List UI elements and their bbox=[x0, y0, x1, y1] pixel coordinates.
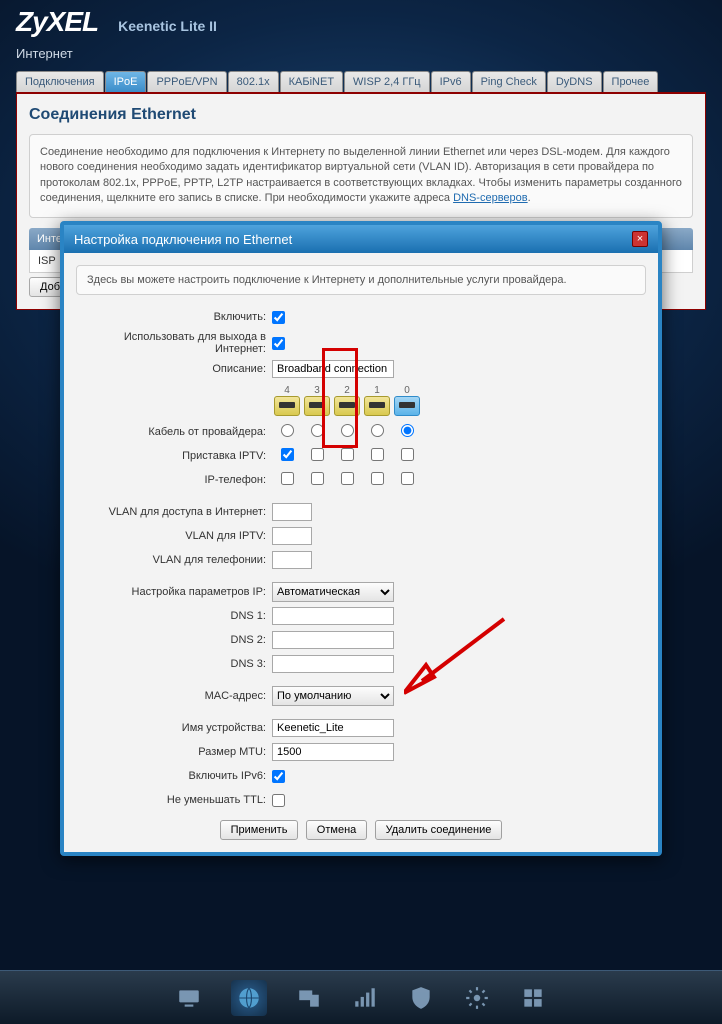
bottom-dock bbox=[0, 970, 722, 1024]
apps-icon[interactable] bbox=[519, 984, 547, 1012]
model-name: Keenetic Lite II bbox=[118, 18, 217, 34]
port-1[interactable] bbox=[364, 396, 390, 416]
port-0[interactable] bbox=[394, 396, 420, 416]
brand-logo: ZyXEL bbox=[16, 6, 98, 38]
header: ZyXEL Keenetic Lite II bbox=[0, 0, 722, 38]
shield-icon[interactable] bbox=[407, 984, 435, 1012]
tab-pppoe-vpn[interactable]: PPPoE/VPN bbox=[147, 71, 226, 92]
tab--inet[interactable]: КАБiNET bbox=[280, 71, 343, 92]
dialog-buttons: Применить Отмена Удалить соединение bbox=[76, 820, 646, 840]
ttl-checkbox[interactable] bbox=[272, 794, 285, 807]
row-cable-4[interactable] bbox=[401, 424, 414, 437]
device-name-input[interactable] bbox=[272, 719, 394, 737]
dialog-title: Настройка подключения по Ethernet bbox=[74, 232, 292, 247]
tab-dydns[interactable]: DyDNS bbox=[547, 71, 602, 92]
dns1-input[interactable] bbox=[272, 607, 394, 625]
tab--[interactable]: Подключения bbox=[16, 71, 104, 92]
devices-icon[interactable] bbox=[295, 984, 323, 1012]
mtu-input[interactable] bbox=[272, 743, 394, 761]
dialog-hint: Здесь вы можете настроить подключение к … bbox=[76, 265, 646, 295]
vlan-tel-input[interactable] bbox=[272, 551, 312, 569]
row-iptv-0[interactable] bbox=[281, 448, 294, 461]
gear-icon[interactable] bbox=[463, 984, 491, 1012]
row-iptv-2[interactable] bbox=[341, 448, 354, 461]
port-3[interactable] bbox=[304, 396, 330, 416]
row-ipph-0[interactable] bbox=[281, 472, 294, 485]
ipv6-checkbox[interactable] bbox=[272, 770, 285, 783]
tab-bar: ПодключенияIPoEPPPoE/VPN802.1xКАБiNETWIS… bbox=[16, 71, 706, 92]
row-ipph-4[interactable] bbox=[401, 472, 414, 485]
mac-select[interactable]: По умолчанию bbox=[272, 686, 394, 706]
row-ipph-2[interactable] bbox=[341, 472, 354, 485]
row-iptv-1[interactable] bbox=[311, 448, 324, 461]
panel-title: Соединения Ethernet bbox=[29, 106, 693, 124]
port-4[interactable] bbox=[274, 396, 300, 416]
vlan-iptv-input[interactable] bbox=[272, 527, 312, 545]
row-cable-3[interactable] bbox=[371, 424, 384, 437]
dns-link[interactable]: DNS-серверов bbox=[453, 192, 528, 204]
tab-ipv6[interactable]: IPv6 bbox=[431, 71, 471, 92]
port-selector: 43210 bbox=[272, 385, 646, 416]
cancel-button[interactable]: Отмена bbox=[306, 820, 367, 840]
ip-mode-select[interactable]: Автоматическая bbox=[272, 582, 394, 602]
row-ipph-3[interactable] bbox=[371, 472, 384, 485]
default-gw-checkbox[interactable] bbox=[272, 337, 285, 350]
tab-802-1x[interactable]: 802.1x bbox=[228, 71, 279, 92]
row-iptv-3[interactable] bbox=[371, 448, 384, 461]
row-ipph-1[interactable] bbox=[311, 472, 324, 485]
dns2-input[interactable] bbox=[272, 631, 394, 649]
port-2[interactable] bbox=[334, 396, 360, 416]
tab--[interactable]: Прочее bbox=[603, 71, 659, 92]
panel-info: Соединение необходимо для подключения к … bbox=[29, 134, 693, 218]
wifi-icon[interactable] bbox=[351, 984, 379, 1012]
globe-icon[interactable] bbox=[231, 980, 267, 1016]
apply-button[interactable]: Применить bbox=[220, 820, 299, 840]
delete-button[interactable]: Удалить соединение bbox=[375, 820, 503, 840]
tab-wisp-2-4-[interactable]: WISP 2,4 ГГц bbox=[344, 71, 430, 92]
enable-checkbox[interactable] bbox=[272, 311, 285, 324]
tab-ping-check[interactable]: Ping Check bbox=[472, 71, 546, 92]
dns3-input[interactable] bbox=[272, 655, 394, 673]
monitor-icon[interactable] bbox=[175, 984, 203, 1012]
row-cable-2[interactable] bbox=[341, 424, 354, 437]
row-cable-0[interactable] bbox=[281, 424, 294, 437]
close-icon[interactable]: × bbox=[632, 231, 648, 247]
vlan-internet-input[interactable] bbox=[272, 503, 312, 521]
description-input[interactable] bbox=[272, 360, 394, 378]
ethernet-dialog: Настройка подключения по Ethernet × Здес… bbox=[60, 221, 662, 856]
row-iptv-4[interactable] bbox=[401, 448, 414, 461]
breadcrumb: Интернет bbox=[0, 38, 722, 71]
row-cable-1[interactable] bbox=[311, 424, 324, 437]
dialog-titlebar: Настройка подключения по Ethernet × bbox=[64, 225, 658, 253]
tab-ipoe[interactable]: IPoE bbox=[105, 71, 147, 92]
